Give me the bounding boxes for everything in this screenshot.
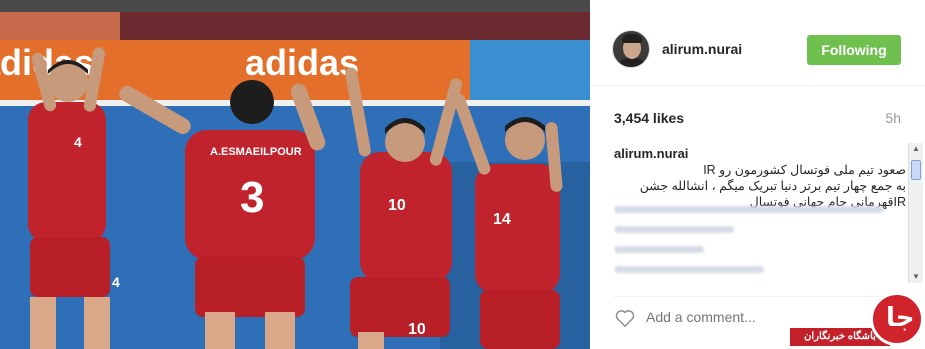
caption-username[interactable]: alirum.nurai (614, 146, 906, 162)
post-timestamp[interactable]: 5h (885, 110, 901, 126)
post-header: alirum.nurai Following (590, 12, 925, 86)
avatar[interactable] (612, 30, 650, 68)
photo-illustration: adidas adidas 4 4 (0, 12, 590, 349)
scroll-thumb[interactable] (911, 160, 921, 180)
caption-scrollbar[interactable]: ▲ ▼ (908, 143, 923, 283)
svg-text:4: 4 (112, 274, 120, 290)
caption-line-2: به جمع چهار تیم برتر دنیا تبریک میگم ، ا… (639, 179, 906, 193)
instagram-post-view: adidas adidas 4 4 (0, 0, 925, 349)
top-bar (0, 0, 925, 12)
svg-text:14: 14 (493, 211, 511, 228)
heart-icon[interactable] (614, 307, 636, 329)
svg-text:10: 10 (408, 321, 426, 338)
caption: alirum.nurai صعود تیم ملی فوتسال کشورمون… (614, 146, 906, 210)
caption-area: alirum.nurai صعود تیم ملی فوتسال کشورمون… (614, 146, 909, 282)
username-link[interactable]: alirum.nurai (662, 41, 742, 57)
following-button[interactable]: Following (807, 35, 901, 65)
post-photo[interactable]: adidas adidas 4 4 (0, 12, 590, 349)
watermark-emblem: جا (870, 292, 924, 346)
adidas-banner: adidas (245, 42, 359, 83)
likes-count[interactable]: 3,454 likes (614, 110, 684, 126)
svg-text:A.ESMAEILPOUR: A.ESMAEILPOUR (210, 146, 302, 158)
watermark-logo: باشگاه خبرنگاران جا (790, 292, 925, 349)
scroll-down-icon[interactable]: ▼ (909, 271, 923, 283)
blurred-comments (614, 206, 906, 282)
svg-text:10: 10 (388, 197, 406, 214)
caption-line-1: صعود تیم ملی فوتسال کشورمون رو IR (703, 163, 906, 177)
svg-text:4: 4 (74, 134, 82, 150)
scroll-up-icon[interactable]: ▲ (909, 143, 923, 155)
likes-row: 3,454 likes 5h (590, 86, 925, 136)
ad-board-blue (470, 40, 590, 100)
svg-text:3: 3 (240, 173, 264, 222)
